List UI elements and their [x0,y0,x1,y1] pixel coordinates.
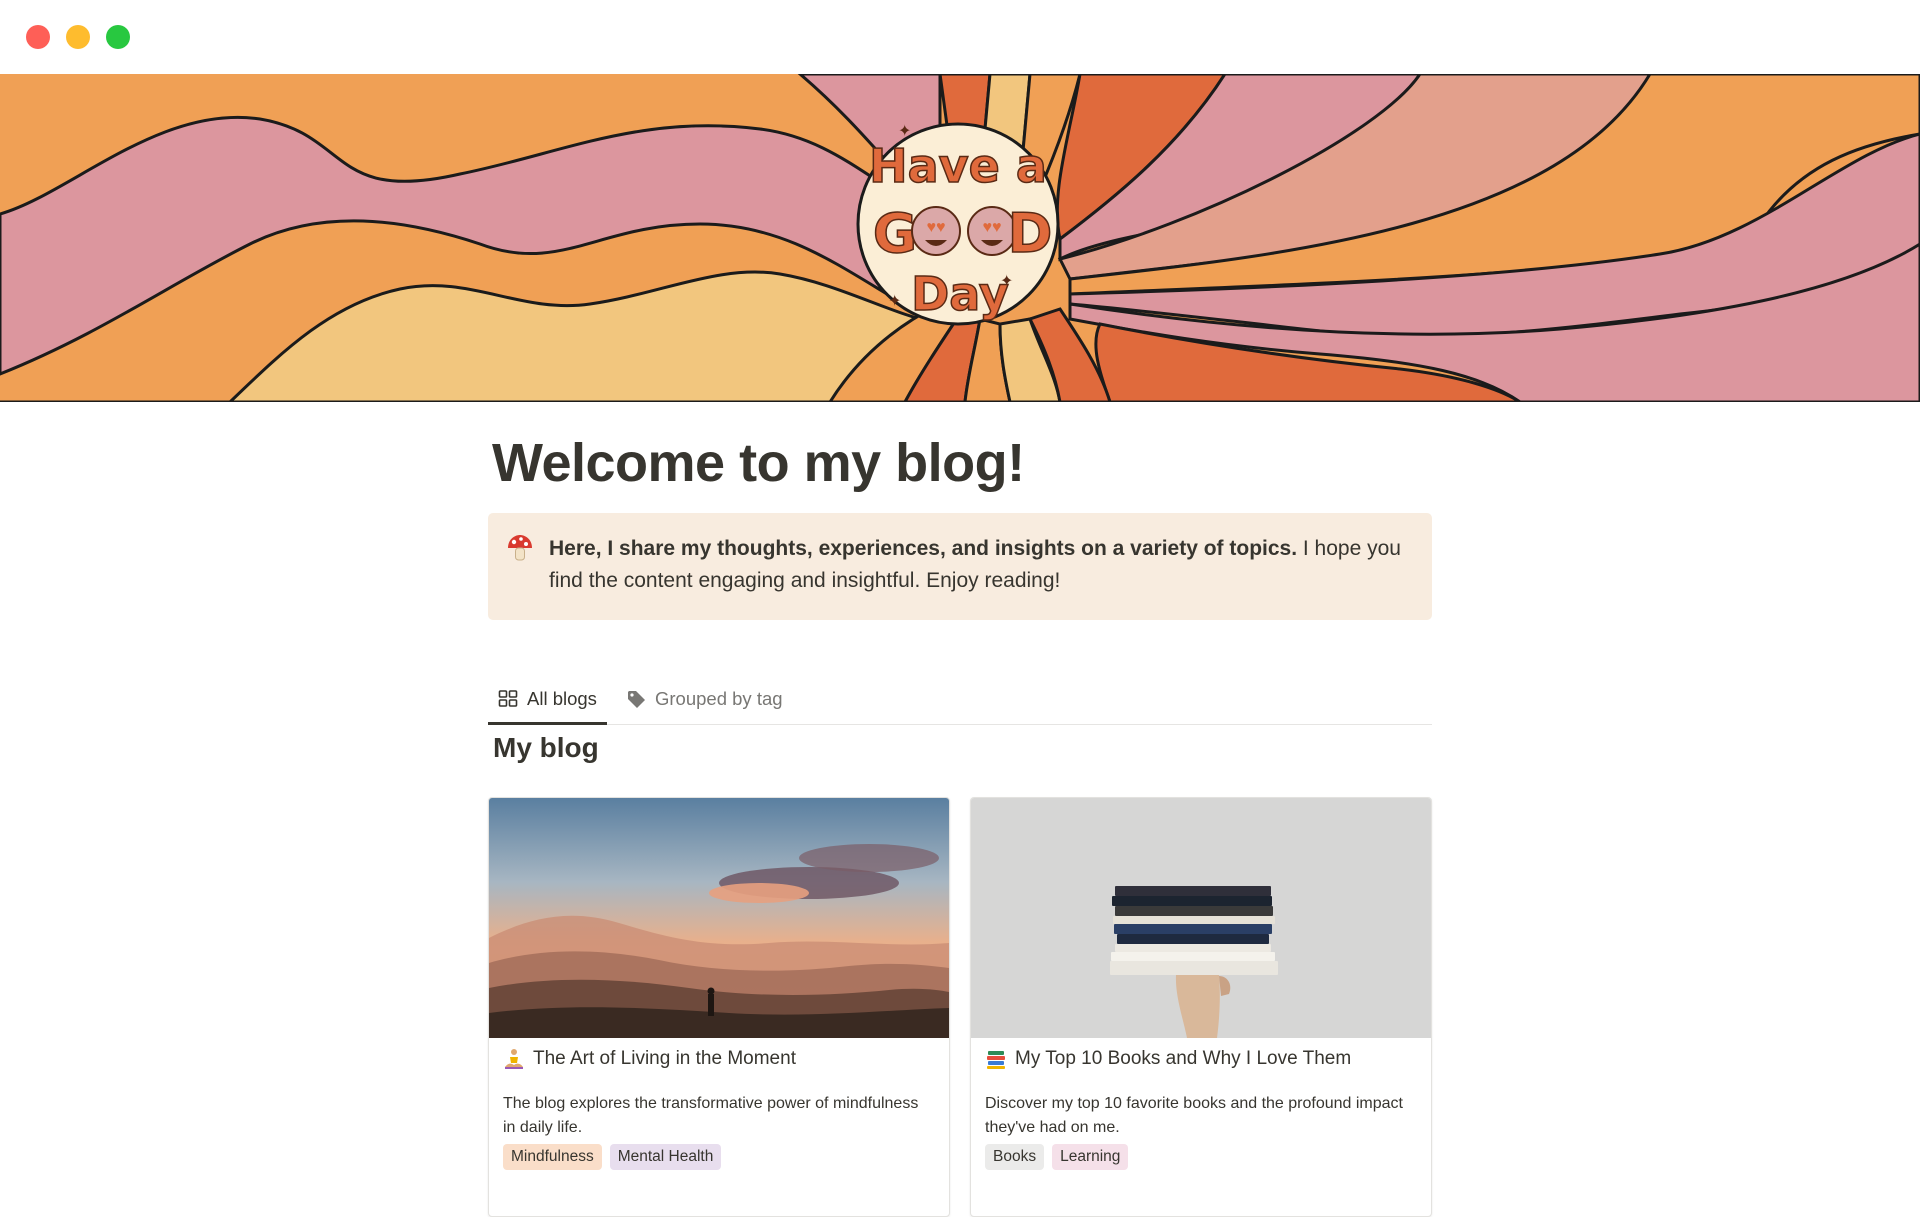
svg-text:D: D [1008,202,1053,265]
have-a-good-day-sticker: Have a G ♥♥ ♥♥ D Day ✦ ✦ ✦ [856,122,1060,326]
tag-list: Mindfulness Mental Health [503,1144,722,1170]
svg-text:G: G [873,202,917,265]
tab-grouped-by-tag-label: Grouped by tag [655,688,783,709]
tag-learning: Learning [1052,1144,1129,1170]
tag-mindfulness: Mindfulness [503,1144,602,1170]
tag-books: Books [985,1144,1045,1170]
callout-bold-text: Here, I share my thoughts, experiences, … [549,537,1298,560]
books-icon [987,1051,1005,1069]
minimize-window-button[interactable] [66,25,90,49]
blog-card[interactable]: The Art of Living in the Moment The blog… [488,797,950,1217]
tab-all-blogs[interactable]: All blogs [488,674,607,725]
blog-card-description: The blog explores the transformative pow… [503,1095,919,1136]
tag-list: Books Learning [985,1144,1129,1170]
blog-card-title[interactable]: My Top 10 Books and Why I Love Them [985,1048,1425,1070]
meditation-icon [505,1049,523,1069]
maximize-window-button[interactable] [106,25,130,49]
svg-text:♥♥: ♥♥ [927,219,946,236]
svg-text:✦: ✦ [1000,273,1013,290]
window-titlebar [0,0,1920,74]
gallery-grid-icon [498,690,518,707]
close-window-button[interactable] [26,25,50,49]
svg-text:♥♥: ♥♥ [983,219,1002,236]
tag-mental-health: Mental Health [609,1144,722,1170]
blog-card-title[interactable]: The Art of Living in the Moment [503,1048,943,1070]
page-title[interactable]: Welcome to my blog! [492,432,1025,494]
blog-card-title-text: My Top 10 Books and Why I Love Them [1015,1048,1352,1069]
mushroom-icon[interactable] [505,533,535,563]
blog-card[interactable]: My Top 10 Books and Why I Love Them Disc… [970,797,1432,1217]
svg-text:✦: ✦ [888,293,901,310]
page-cover-image: Have a G ♥♥ ♥♥ D Day ✦ ✦ ✦ [0,74,1920,402]
svg-text:✦: ✦ [898,123,911,140]
svg-text:Day: Day [911,267,1009,321]
callout-text: Here, I share my thoughts, experiences, … [549,533,1409,597]
callout-block[interactable]: Here, I share my thoughts, experiences, … [488,513,1432,620]
mountain-sunset-image [489,798,949,1038]
database-view-tabs: All blogs Grouped by tag [488,674,1432,725]
svg-text:Have a: Have a [869,139,1047,193]
book-stack-image [971,798,1431,1038]
retro-swirl-cover-illustration: Have a G ♥♥ ♥♥ D Day ✦ ✦ ✦ [0,74,1920,402]
tag-icon [628,691,645,708]
blog-card-title-text: The Art of Living in the Moment [533,1048,796,1069]
tab-grouped-by-tag[interactable]: Grouped by tag [626,674,783,724]
blog-card-description: Discover my top 10 favorite books and th… [985,1095,1403,1136]
gallery-title[interactable]: My blog [493,732,599,764]
tab-all-blogs-label: All blogs [527,688,597,709]
